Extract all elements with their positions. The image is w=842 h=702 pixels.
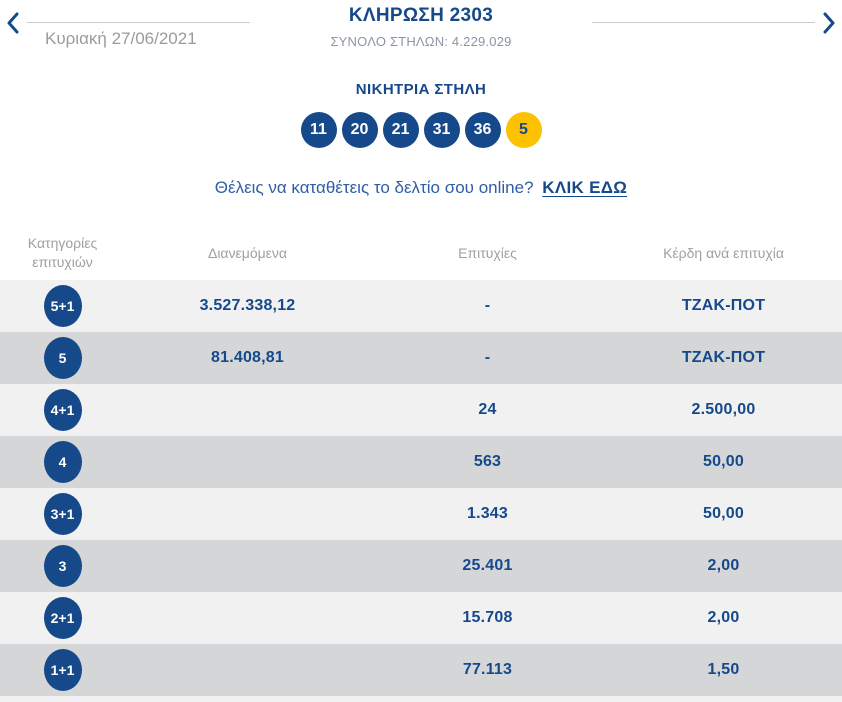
category-badge: 2+1	[44, 597, 82, 639]
category-label: 3+1	[51, 506, 75, 522]
table-header-row: Κατηγορίες επιτυχιών Διανεμόμενα Επιτυχί…	[0, 226, 842, 280]
winning-number: 36	[465, 112, 501, 148]
winning-number: 21	[383, 112, 419, 148]
column-header-label: Κατηγορίες επιτυχιών	[17, 234, 109, 272]
prize-value: 50,00	[605, 453, 842, 471]
table-row: 3+1 1.343 50,00	[0, 488, 842, 540]
category-badge: 5	[44, 337, 82, 379]
wins-value: 24	[370, 401, 605, 419]
wins-value: 15.708	[370, 609, 605, 627]
prize-value: 50,00	[605, 505, 842, 523]
category-badge: 3	[44, 545, 82, 587]
next-draw-button[interactable]	[818, 12, 840, 36]
results-table: Κατηγορίες επιτυχιών Διανεμόμενα Επιτυχί…	[0, 226, 842, 702]
draw-date: Κυριακή 27/06/2021	[45, 29, 197, 49]
table-row: 1+1 77.113 1,50	[0, 644, 842, 696]
header-divider-right	[592, 22, 815, 23]
table-row: 2+1 15.708 2,00	[0, 592, 842, 644]
category-badge: 1+1	[44, 649, 82, 691]
table-row: 5 81.408,81 - ΤΖΑΚ-ΠΟΤ	[0, 332, 842, 384]
winning-number: 20	[342, 112, 378, 148]
category-badge: 4	[44, 441, 82, 483]
winning-number: 11	[301, 112, 337, 148]
prize-value: 1,50	[605, 661, 842, 679]
wins-value: 563	[370, 453, 605, 471]
winning-column-label: ΝΙΚΗΤΡΙΑ ΣΤΗΛΗ	[0, 82, 842, 97]
prize-value: 2.500,00	[605, 401, 842, 419]
winning-numbers: 11 20 21 31 36 5	[0, 112, 842, 148]
prize-value: ΤΖΑΚ-ΠΟΤ	[605, 349, 842, 367]
wins-value: 25.401	[370, 557, 605, 575]
category-badge: 3+1	[44, 493, 82, 535]
header-divider-left	[27, 22, 250, 23]
wins-value: -	[370, 297, 605, 315]
wins-value: -	[370, 349, 605, 367]
chevron-left-icon	[6, 12, 20, 37]
tzoker-draw-results-page: ΚΛΗΡΩΣΗ 2303 ΣΥΝΟΛΟ ΣΤΗΛΩΝ: 4.229.029 Κυ…	[0, 0, 842, 698]
wins-value: 77.113	[370, 661, 605, 679]
next-row-peek	[0, 696, 842, 702]
online-cta: Θέλεις να καταθέτεις το δελτίο σου onlin…	[0, 178, 842, 198]
distributed-value: 3.527.338,12	[125, 297, 370, 315]
distributed-value: 81.408,81	[125, 349, 370, 367]
cta-link[interactable]: ΚΛΙΚ ΕΔΩ	[542, 178, 627, 197]
category-badge: 4+1	[44, 389, 82, 431]
prev-draw-button[interactable]	[2, 12, 24, 36]
prize-value: ΤΖΑΚ-ΠΟΤ	[605, 297, 842, 315]
table-row: 5+1 3.527.338,12 - ΤΖΑΚ-ΠΟΤ	[0, 280, 842, 332]
draw-header: ΚΛΗΡΩΣΗ 2303 ΣΥΝΟΛΟ ΣΤΗΛΩΝ: 4.229.029 Κυ…	[0, 0, 842, 60]
table-row: 4+1 24 2.500,00	[0, 384, 842, 436]
table-row: 4 563 50,00	[0, 436, 842, 488]
cta-text: Θέλεις να καταθέτεις το δελτίο σου onlin…	[215, 178, 534, 197]
column-header-prize: Κέρδη ανά επιτυχία	[605, 244, 842, 263]
column-header-categories: Κατηγορίες επιτυχιών	[0, 234, 125, 272]
category-label: 4+1	[51, 402, 75, 418]
prize-value: 2,00	[605, 557, 842, 575]
joker-number: 5	[506, 112, 542, 148]
prize-value: 2,00	[605, 609, 842, 627]
wins-value: 1.343	[370, 505, 605, 523]
category-badge: 5+1	[44, 285, 82, 327]
category-label: 1+1	[51, 662, 75, 678]
category-label: 3	[59, 558, 67, 574]
category-label: 2+1	[51, 610, 75, 626]
category-label: 4	[59, 454, 67, 470]
column-header-wins: Επιτυχίες	[370, 244, 605, 263]
category-label: 5	[59, 350, 67, 366]
category-label: 5+1	[51, 298, 75, 314]
table-row: 3 25.401 2,00	[0, 540, 842, 592]
column-header-distributed: Διανεμόμενα	[125, 244, 370, 263]
winning-number: 31	[424, 112, 460, 148]
chevron-right-icon	[822, 12, 836, 37]
